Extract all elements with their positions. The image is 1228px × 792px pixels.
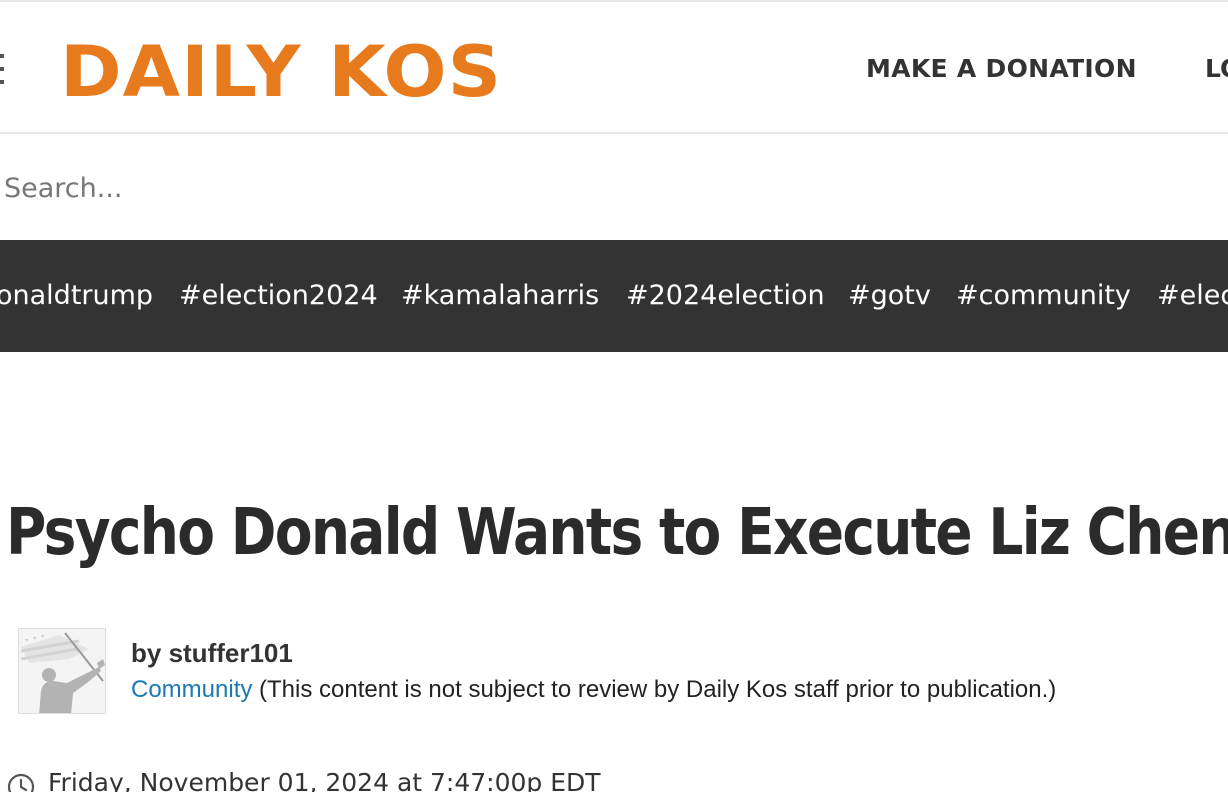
article-title: Psycho Donald Wants to Execute Liz Chene…	[6, 496, 1228, 570]
page: DAILY KOS MAKE A DONATION LO onaldtrump …	[0, 0, 1228, 792]
tag-link[interactable]: onaldtrump	[0, 280, 153, 311]
tag-link[interactable]: #2024election	[626, 280, 825, 311]
flag-bearer-avatar-icon	[19, 629, 105, 713]
author-avatar[interactable]	[18, 628, 106, 714]
trending-tags-bar: onaldtrump #election2024 #kamalaharris #…	[0, 240, 1228, 352]
community-note: (This content is not subject to review b…	[252, 676, 1057, 703]
community-link[interactable]: Community	[131, 676, 252, 703]
tag-link[interactable]: #election2024	[179, 280, 378, 311]
community-disclaimer: Community (This content is not subject t…	[131, 676, 1056, 704]
tag-link[interactable]: #community	[956, 280, 1131, 311]
tag-link[interactable]: #gotv	[848, 280, 931, 311]
author-byline[interactable]: by stuffer101	[131, 638, 293, 669]
login-link[interactable]: LO	[1205, 54, 1228, 83]
clock-icon	[7, 773, 35, 792]
site-header: DAILY KOS MAKE A DONATION LO	[0, 0, 1228, 134]
tag-link[interactable]: #elec	[1157, 280, 1228, 311]
site-logo[interactable]: DAILY KOS	[60, 28, 502, 116]
search-input[interactable]	[0, 136, 1228, 240]
hamburger-menu-icon[interactable]	[0, 54, 4, 94]
publish-date: Friday, November 01, 2024 at 7:47:00p ED…	[48, 768, 601, 792]
tag-link[interactable]: #kamalaharris	[401, 280, 599, 311]
make-donation-link[interactable]: MAKE A DONATION	[866, 54, 1137, 83]
